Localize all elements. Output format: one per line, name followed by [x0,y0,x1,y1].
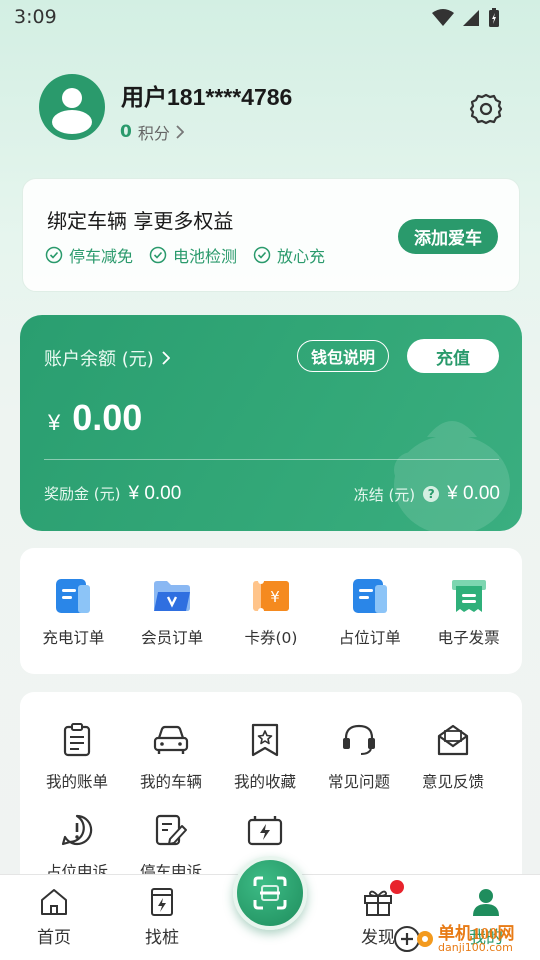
tool-item-vehicle[interactable]: 我的车辆 [124,720,218,792]
tool-item-label: 我的账单 [45,773,108,791]
bind-vehicle-card: 绑定车辆 享更多权益 停车减免 电池检测 放心充 添加爱车 [22,178,520,292]
home-icon [41,889,67,915]
check-circle-icon [45,246,63,264]
frozen-value: ¥ 0.00 [447,483,500,504]
favorite-icon [251,723,279,757]
tool-item-bill[interactable]: 我的账单 [30,720,124,792]
scan-button[interactable] [233,856,307,930]
check-circle-icon [253,246,271,264]
wallet-card: 账户余额 (元) 钱包说明 充值 ¥ 0.00 奖励金 (元) ¥ 0.00 冻… [20,315,522,531]
order-item-occupancy[interactable]: 占位订单 [323,576,417,648]
order-item-charging[interactable]: 充电订单 [26,576,120,648]
nav-label: 首页 [37,928,71,948]
perk-list: 停车减免 电池检测 放心充 [45,243,325,267]
avatar[interactable] [39,74,105,140]
balance-link[interactable]: 账户余额 (元) [44,345,170,371]
watermark-line1: 单机100网 [438,924,515,943]
balance-amount: ¥ 0.00 [48,397,142,439]
nav-find[interactable]: 找桩 [127,887,197,948]
bonus-label: 奖励金 (元) [44,485,121,503]
edit-icon [155,814,187,846]
battery-icon [489,8,499,27]
watermark: 单机100网 danji100.com [392,918,540,960]
wallet-explain-button[interactable]: 钱包说明 [297,340,389,372]
e-invoice-icon [451,580,486,612]
points-link[interactable]: 0 积分 [120,120,184,144]
username[interactable]: 用户181****4786 [121,78,292,112]
tool-item-label: 意见反馈 [421,773,484,791]
tool-item-favorites[interactable]: 我的收藏 [218,720,312,792]
wifi-icon [432,9,454,26]
order-item-coupon[interactable]: ¥ 卡券(0) [224,576,318,648]
charging-pile-icon [151,888,173,916]
order-item-label: 卡券(0) [244,629,298,647]
tool-item-label: 我的车辆 [139,773,202,791]
tool-item-feedback[interactable]: 意见反馈 [406,720,500,792]
order-item-invoice[interactable]: 电子发票 [422,576,516,648]
points-value: 0 [120,122,132,142]
help-icon[interactable]: ? [423,486,440,502]
gear-icon[interactable] [469,92,503,126]
watermark-line2: danji100.com [438,941,513,954]
feedback-icon [437,724,469,756]
member-folder-icon [154,581,191,611]
occupancy-order-icon [352,579,387,613]
perk-label: 电池检测 [173,247,238,266]
order-item-label: 充电订单 [42,629,105,647]
orders-card: 充电订单 会员订单 ¥ 卡券(0) 占位订单 电子发票 [20,548,522,674]
perk-label: 停车减免 [69,247,134,266]
tool-item-label: 常见问题 [327,773,390,791]
frozen-label: 冻结 (元) [353,485,416,504]
signal-icon [463,10,479,26]
bill-icon [63,723,91,757]
coupon-icon: ¥ [252,579,289,613]
notification-badge [390,880,404,894]
status-icons [432,8,500,28]
divider [44,459,499,460]
user-avatar-icon [52,88,92,134]
gift-icon [364,890,392,916]
svg-text:¥: ¥ [270,588,280,606]
order-item-label: 电子发票 [437,629,500,647]
alert-icon [61,814,93,846]
headset-icon [343,724,375,755]
perk-label: 放心充 [277,247,326,266]
nav-label: 找桩 [145,928,179,948]
order-item-member[interactable]: 会员订单 [125,576,219,648]
money-bag-icon [394,421,510,531]
chevron-right-icon [176,125,184,139]
tool-item-parking-appeal[interactable]: 停车申诉 [124,810,218,882]
add-car-button[interactable]: 添加爱车 [398,219,498,254]
user-icon [473,889,499,916]
check-circle-icon [149,246,167,264]
recharge-button[interactable]: 充值 [407,339,499,373]
battery-charge-icon [247,816,283,846]
points-label: 积分 [137,124,170,143]
perk-item: 停车减免 [45,243,133,267]
tool-item-occupancy-appeal[interactable]: 占位申诉 [30,810,124,882]
currency-symbol: ¥ [48,410,61,435]
watermark-logo [394,926,433,952]
bonus-row: 奖励金 (元) ¥ 0.00 [44,483,181,505]
charge-order-icon [56,579,91,613]
bind-vehicle-title: 绑定车辆 享更多权益 [47,209,234,233]
order-item-label: 占位订单 [338,629,401,647]
scan-icon [253,876,287,910]
frozen-row: 冻结 (元) ? ¥ 0.00 [354,483,500,505]
bonus-value: ¥ 0.00 [128,483,182,504]
nav-home[interactable]: 首页 [19,887,89,948]
status-time: 3:09 [14,6,57,28]
tool-item-faq[interactable]: 常见问题 [312,720,406,792]
order-item-label: 会员订单 [141,629,204,647]
nav-label: 发现 [361,928,395,948]
car-icon [153,725,189,754]
tool-item-label: 我的收藏 [233,773,296,791]
perk-item: 电池检测 [149,243,237,267]
balance-value: 0.00 [72,397,143,438]
chevron-right-icon [162,351,170,365]
balance-label: 账户余额 (元) [44,349,154,370]
perk-item: 放心充 [253,243,325,267]
